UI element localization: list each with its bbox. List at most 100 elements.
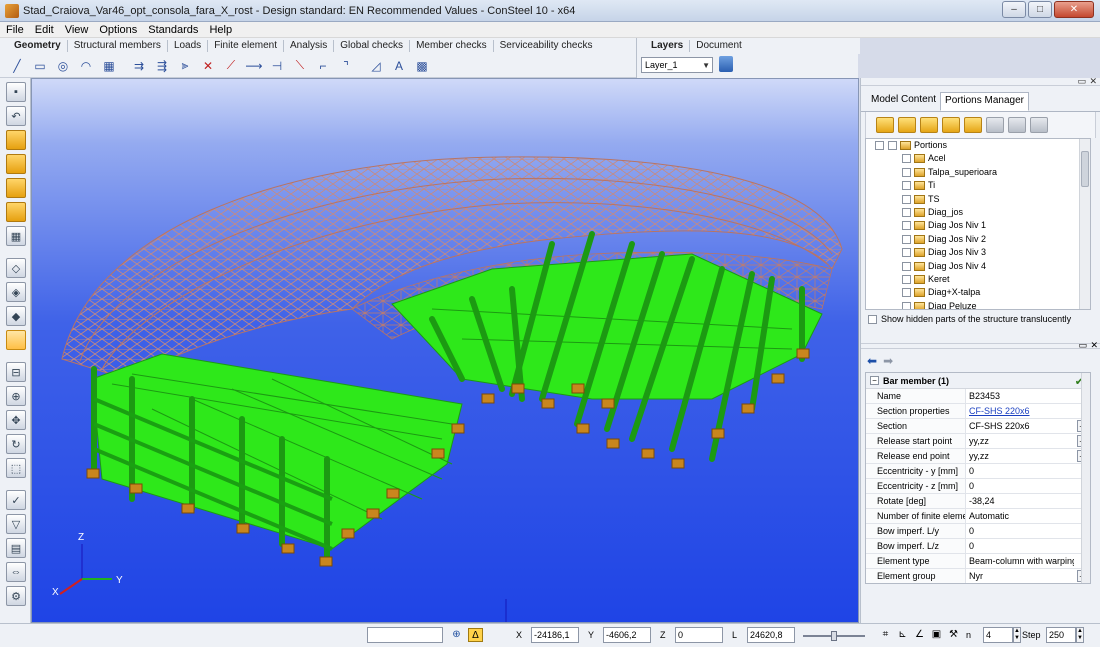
property-value[interactable]: B23453 [966, 389, 1074, 403]
tree-item[interactable]: Diag+X-talpa [866, 286, 1090, 299]
tree-checkbox[interactable] [902, 288, 911, 298]
y-coordinate-field[interactable]: -4606,2 [603, 627, 651, 643]
properties-icon[interactable] [1030, 117, 1048, 133]
tree-checkbox[interactable] [902, 194, 911, 204]
step-stepper[interactable]: ▲ ▼ [1076, 627, 1084, 643]
tab-structural-members[interactable]: Structural members [68, 40, 168, 52]
property-row[interactable]: Bow imperf. L/z 0 [866, 539, 1090, 554]
property-row[interactable]: Bow imperf. L/y 0 [866, 524, 1090, 539]
tree-checkbox[interactable] [902, 261, 911, 271]
tree-checkbox[interactable] [902, 167, 911, 177]
property-row[interactable]: Release start pointyy,zz... [866, 434, 1090, 449]
add-folder-icon[interactable] [920, 117, 938, 133]
property-row[interactable]: Number of finite elementsAutomatic [866, 509, 1090, 524]
filter-icon[interactable]: ▽ [6, 514, 26, 534]
snap-grid-icon[interactable]: ⌗ [878, 628, 893, 642]
line-icon[interactable]: ╱ [6, 56, 28, 76]
trim-icon[interactable]: ⊣ [266, 56, 288, 76]
break-icon[interactable]: ⟍ [289, 56, 311, 76]
tree-item[interactable]: Diag Peluze [866, 300, 1090, 309]
forward-arrow-icon[interactable]: ➡ [883, 354, 893, 368]
menu-standards[interactable]: Standards [148, 24, 198, 36]
step-field[interactable]: 250 [1046, 627, 1076, 643]
wireframe-icon[interactable]: ◇ [6, 258, 26, 278]
view-side-icon[interactable] [6, 178, 26, 198]
copy-icon[interactable]: ⇶ [151, 56, 173, 76]
tab-finite-element[interactable]: Finite element [208, 40, 284, 52]
tree-item[interactable]: Diag Jos Niv 1 [866, 219, 1090, 232]
command-input[interactable] [367, 627, 443, 643]
property-value[interactable]: Automatic [966, 509, 1074, 523]
tree-scrollbar[interactable] [1079, 139, 1090, 309]
pin-icon[interactable]: ▭ [1078, 340, 1087, 351]
properties-group-header[interactable]: − Bar member (1) ✔ [866, 373, 1090, 389]
back-arrow-icon[interactable]: ⬅ [867, 354, 877, 368]
show-hidden-checkbox[interactable] [868, 314, 877, 324]
maximize-button[interactable]: □ [1028, 1, 1052, 18]
close-icon[interactable]: ✕ [1090, 340, 1098, 351]
arc-icon[interactable]: ◠ [75, 56, 97, 76]
property-row[interactable]: Element type Beam-column with warping [866, 554, 1090, 569]
tree-item[interactable]: Acel [866, 152, 1090, 165]
divide-icon[interactable]: ✕ [197, 56, 219, 76]
division-stepper[interactable]: ▲ ▼ [1013, 627, 1021, 643]
slider-knob[interactable] [831, 631, 837, 641]
layer-manager-icon[interactable] [719, 56, 733, 72]
zoom-icon[interactable]: ⊕ [6, 386, 26, 406]
collapse-icon[interactable]: − [870, 376, 879, 385]
z-coordinate-field[interactable]: 0 [675, 627, 723, 643]
tab-global-checks[interactable]: Global checks [334, 40, 411, 52]
show-hidden-option[interactable]: Show hidden parts of the structure trans… [865, 312, 1091, 326]
ortho-icon[interactable]: ⊾ [895, 628, 910, 642]
menu-view[interactable]: View [65, 24, 89, 36]
tree-checkbox[interactable] [902, 154, 911, 164]
tree-checkbox[interactable] [902, 248, 911, 258]
tree-checkbox[interactable] [888, 141, 897, 150]
property-row[interactable]: Name B23453 [866, 389, 1090, 404]
property-row[interactable]: Eccentricity - z [mm] 0 [866, 479, 1090, 494]
property-row[interactable]: Element groupNyr... [866, 569, 1090, 583]
tab-geometry[interactable]: Geometry [8, 40, 68, 52]
tree-item[interactable]: Keret [866, 273, 1090, 286]
minimize-button[interactable]: – [1002, 1, 1026, 18]
property-value[interactable]: Beam-column with warping [966, 554, 1074, 568]
refresh-icon[interactable] [986, 117, 1004, 133]
tree-checkbox[interactable] [902, 207, 911, 217]
numbering-icon[interactable]: ▩ [411, 56, 433, 76]
3d-viewport[interactable]: Z Y X [31, 78, 859, 623]
length-field[interactable]: 24620,8 [747, 627, 795, 643]
tab-layers[interactable]: Layers [645, 40, 691, 52]
property-value[interactable]: 0 [966, 479, 1074, 493]
solid-view-icon[interactable] [6, 330, 26, 350]
angle-icon[interactable]: ∠ [912, 628, 927, 642]
edit-portion-icon[interactable] [898, 117, 916, 133]
chamfer-icon[interactable]: ⌝ [335, 56, 357, 76]
property-row[interactable]: Eccentricity - y [mm] 0 [866, 464, 1090, 479]
scrollbar-thumb[interactable] [1081, 151, 1089, 187]
mirror-icon[interactable]: ⫸ [174, 56, 196, 76]
fillet-icon[interactable]: ⌐ [312, 56, 334, 76]
properties-scrollbar[interactable] [1081, 373, 1090, 583]
property-row[interactable]: SectionCF-SHS 220x6... [866, 419, 1090, 434]
remove-from-portion-icon[interactable] [964, 117, 982, 133]
tree-item[interactable]: Diag_jos [866, 206, 1090, 219]
rotate-icon[interactable]: ↻ [6, 434, 26, 454]
circle-icon[interactable]: ◎ [52, 56, 74, 76]
property-value[interactable]: -38,24 [966, 494, 1074, 508]
layer-select[interactable]: Layer_1 ▼ [641, 57, 713, 73]
property-row[interactable]: Section properties CF-SHS 220x6 [866, 404, 1090, 419]
settings-icon[interactable]: ⚙ [6, 586, 26, 606]
tab-member-checks[interactable]: Member checks [410, 40, 494, 52]
view-front-icon[interactable] [6, 154, 26, 174]
globe-icon[interactable]: ⊕ [449, 628, 464, 642]
property-row[interactable]: Release end pointyy,zz... [866, 449, 1090, 464]
tab-serviceability-checks[interactable]: Serviceability checks [494, 40, 599, 52]
tab-analysis[interactable]: Analysis [284, 40, 335, 52]
rectangle-icon[interactable]: ▭ [29, 56, 51, 76]
selection-icon[interactable]: ⬚ [6, 458, 26, 478]
view-table-icon[interactable]: ▦ [6, 226, 26, 246]
menu-options[interactable]: Options [99, 24, 137, 36]
view-3d-icon[interactable] [6, 130, 26, 150]
tools-icon[interactable]: ⚒ [946, 628, 961, 642]
property-value[interactable]: yy,zz [966, 434, 1074, 448]
